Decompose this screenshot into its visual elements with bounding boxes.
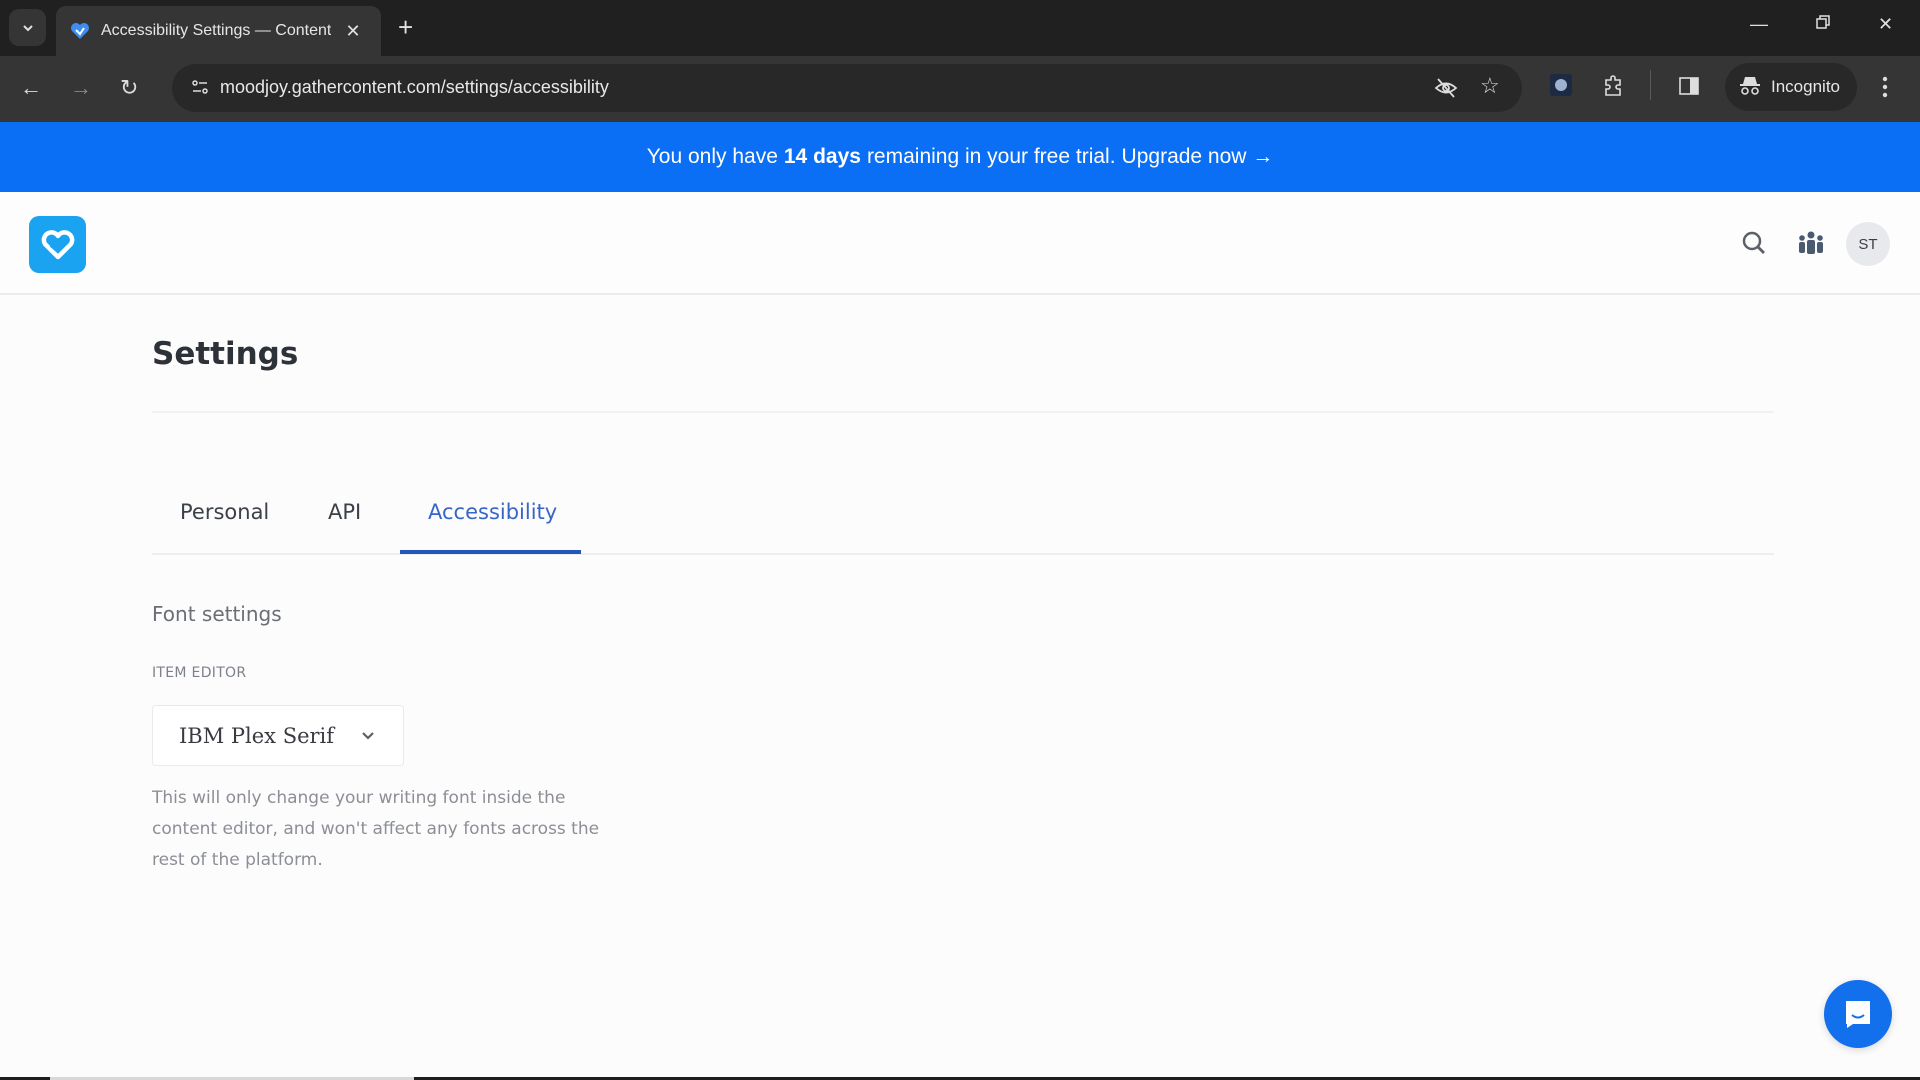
minimize-icon[interactable]: — [1750,14,1768,35]
app-header: ST [0,192,1920,295]
active-tab-indicator [400,550,581,554]
restore-icon[interactable] [1815,14,1831,35]
gathercontent-heart-icon [69,20,91,42]
forward-icon[interactable]: → [70,76,92,100]
tab-search-button[interactable] [9,9,46,46]
gathercontent-logo[interactable] [29,216,86,273]
title-divider [152,411,1774,413]
chat-icon [1846,1001,1870,1028]
font-select[interactable]: IBM Plex Serif [152,705,404,766]
close-window-icon[interactable]: ✕ [1878,14,1893,35]
incognito-label: Incognito [1771,77,1840,96]
puzzle-icon[interactable] [1602,75,1624,102]
team-icon[interactable] [1797,230,1825,261]
kebab-menu-icon[interactable] [1882,76,1888,103]
new-tab-button[interactable]: + [398,12,413,42]
font-select-value: IBM Plex Serif [179,723,335,748]
back-icon[interactable]: ← [20,76,42,100]
chevron-down-icon [22,24,33,31]
settings-tabs: Personal API Accessibility [152,482,1774,555]
browser-tabstrip: Accessibility Settings — Content ✕ + — ✕ [0,0,1920,56]
page-title: Settings [152,336,299,372]
help-text: This will only change your writing font … [152,788,600,870]
side-panel-icon[interactable] [1678,75,1700,102]
upgrade-link[interactable]: Upgrade now → [1122,145,1274,169]
field-label: ITEM EDITOR [152,665,247,681]
user-avatar[interactable]: ST [1846,222,1890,266]
trial-banner: You only have 14 days remaining in your … [0,122,1920,192]
star-icon[interactable]: ☆ [1480,73,1500,99]
url-text[interactable]: moodjoy.gathercontent.com/settings/acces… [220,77,609,98]
search-icon[interactable] [1741,230,1767,261]
address-bar[interactable]: moodjoy.gathercontent.com/settings/acces… [172,64,1522,112]
chevron-down-icon [360,728,376,749]
banner-suffix: remaining in your free trial. [866,145,1116,168]
tab-close-icon[interactable]: ✕ [343,21,363,42]
tab-personal[interactable]: Personal [180,500,269,524]
extension-avatar-icon[interactable] [1550,74,1572,101]
site-controls-icon[interactable] [190,77,210,102]
tab-title: Accessibility Settings — Content [101,22,331,39]
tab-accessibility[interactable]: Accessibility [428,500,557,524]
tab-api[interactable]: API [328,500,361,524]
incognito-indicator[interactable]: Incognito [1725,63,1857,111]
banner-prefix: You only have [646,145,778,168]
eye-off-icon[interactable] [1434,76,1458,105]
reload-icon[interactable]: ↻ [120,76,138,100]
chat-launcher-button[interactable] [1824,980,1892,1048]
browser-toolbar: ← → ↻ moodjoy.gathercontent.com/settings… [0,56,1920,122]
browser-tab[interactable]: Accessibility Settings — Content ✕ [56,6,381,56]
banner-days: 14 days [783,145,861,168]
section-title: Font settings [152,602,282,626]
incognito-icon [1739,74,1761,101]
toolbar-divider [1650,70,1651,100]
